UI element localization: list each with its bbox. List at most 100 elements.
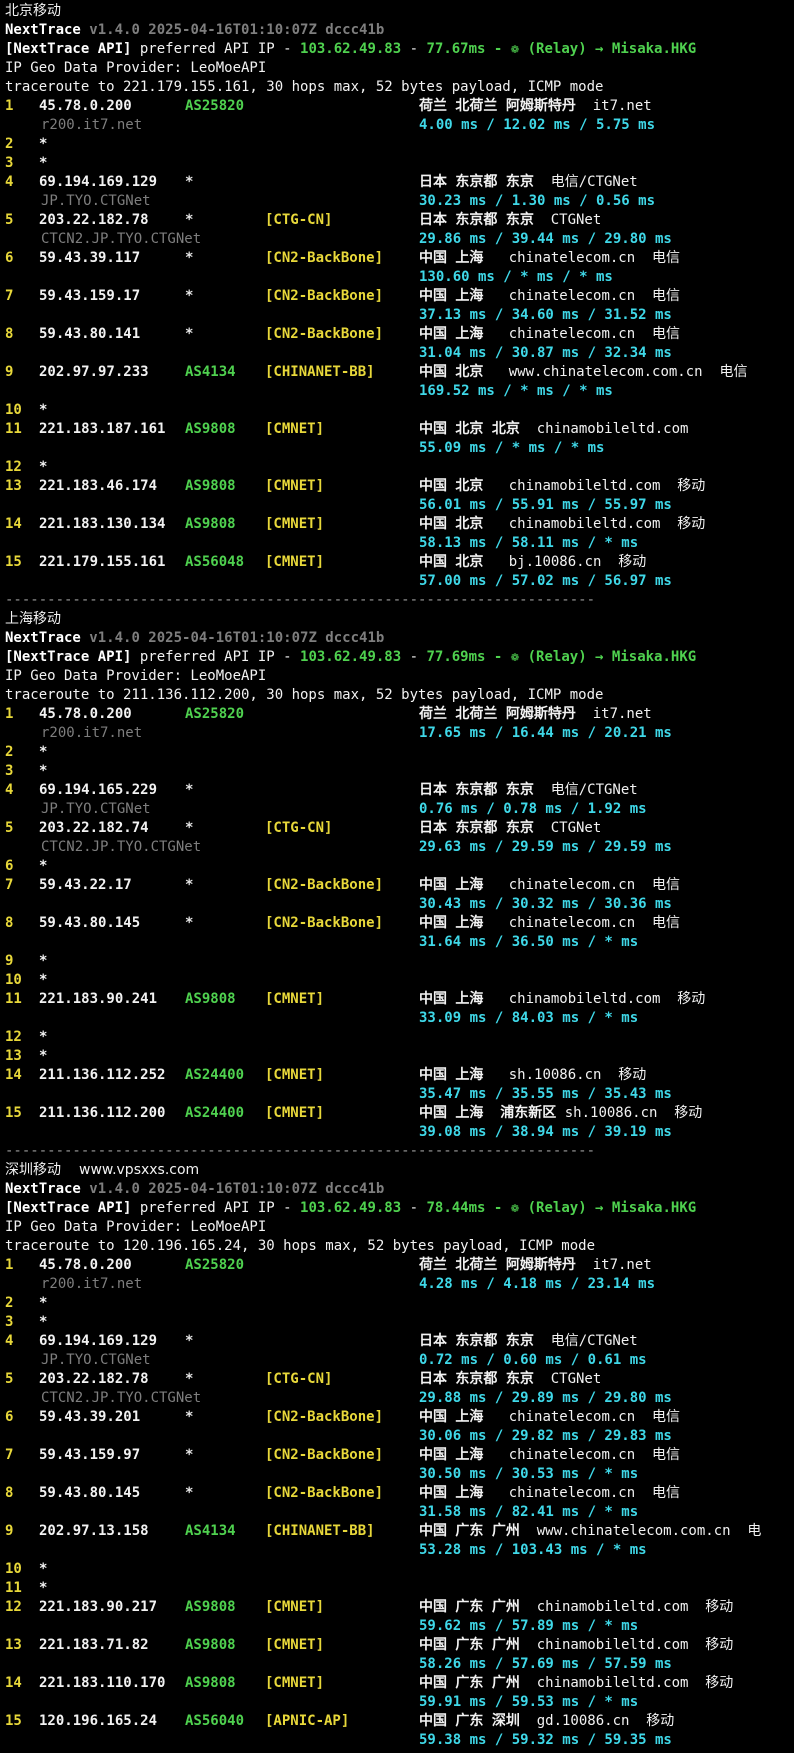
hop-geo-extra: 电信/CTGNet <box>533 174 638 190</box>
hop-timeout: * <box>39 763 48 779</box>
hop-geo-extra: CTGNet <box>533 820 602 836</box>
hop-row: 7 59.43.159.17 * [CN2-BackBone] 中国 上海 chinat… <box>5 287 794 306</box>
hop-rtt: 33.09 ms / 84.03 ms / * ms <box>419 1010 639 1026</box>
section-divider: ----------------------------------------… <box>5 592 596 608</box>
hop-asn: AS25820 <box>185 98 245 114</box>
hop-row: 6 * <box>5 857 794 876</box>
hop-timeout: * <box>39 155 48 171</box>
hop-number: 13 <box>5 1048 22 1064</box>
hop-geo-extra: CTGNet <box>533 1371 602 1387</box>
app-name: NextTrace <box>5 630 81 646</box>
hop-number: 4 <box>5 782 14 798</box>
hop-detail-row: 30.43 ms / 30.32 ms / 30.36 ms <box>5 895 794 914</box>
hop-number: 4 <box>5 1333 14 1349</box>
hop-row: 5 203.22.182.78 * [CTG-CN] 日本 东京都 东京 CTGNet <box>5 211 794 230</box>
hop-row: 8 59.43.80.145 * [CN2-BackBone] 中国 上海 chinat… <box>5 914 794 933</box>
hop-geo-extra: it7.net <box>575 98 652 114</box>
hop-geo-location: 日本 东京都 东京 <box>419 174 534 190</box>
hop-asn: AS9808 <box>185 516 236 532</box>
hop-asn: AS24400 <box>185 1067 245 1083</box>
api-ip: 103.62.49.83 <box>300 649 402 665</box>
hop-timeout: * <box>39 1580 48 1596</box>
hop-timeout: * <box>39 1314 48 1330</box>
hop-geo: 中国 广东 广州 chinamobileltd.com 移动 <box>419 1674 733 1693</box>
hop-hostname: JP.TYO.CTGNet <box>41 801 151 817</box>
hop-number: 7 <box>5 288 14 304</box>
hop-detail-row: 31.04 ms / 30.87 ms / 32.34 ms <box>5 344 794 363</box>
hop-geo-extra: 电信/CTGNet <box>533 782 638 798</box>
hop-ip: 203.22.182.74 <box>39 820 149 836</box>
hop-rtt: 4.28 ms / 4.18 ms / 23.14 ms <box>419 1276 656 1292</box>
hop-geo-location: 中国 北京 <box>419 478 484 494</box>
api-latency: 77.69ms <box>426 649 486 665</box>
hop-rtt: 29.86 ms / 39.44 ms / 29.80 ms <box>419 231 672 247</box>
hop-number: 15 <box>5 1713 22 1729</box>
hop-timeout: * <box>39 972 48 988</box>
hop-geo-extra: sh.10086.cn 移动 <box>483 1067 647 1083</box>
api-ip: 103.62.49.83 <box>300 41 402 57</box>
hop-geo-location: 中国 上海 <box>419 1409 484 1425</box>
hop-rtt: 130.60 ms / * ms / * ms <box>419 269 613 285</box>
hop-tag: [CN2-BackBone] <box>265 1485 384 1501</box>
api-sep: - <box>401 1200 427 1216</box>
hop-number: 14 <box>5 1675 22 1691</box>
hop-number: 1 <box>5 98 14 114</box>
hop-geo: 中国 北京 北京 chinamobileltd.com <box>419 420 688 439</box>
hop-row: 9 202.97.13.158 AS4134 [CHINANET-BB] 中国 广东 广… <box>5 1522 794 1541</box>
hop-geo-extra: www.chinatelecom.com.cn 电 <box>519 1523 762 1539</box>
api-text: preferred API IP - <box>131 649 301 665</box>
hop-geo: 中国 上海 chinatelecom.cn 电信 <box>419 1446 680 1465</box>
hop-detail-row: JP.TYO.CTGNet 30.23 ms / 1.30 ms / 0.56 m… <box>5 192 794 211</box>
hop-rtt: 30.43 ms / 30.32 ms / 30.36 ms <box>419 896 672 912</box>
hop-geo-location: 中国 上海 浦东新区 <box>419 1105 557 1121</box>
hop-rtt: 0.76 ms / 0.78 ms / 1.92 ms <box>419 801 647 817</box>
hop-geo: 日本 东京都 东京 CTGNet <box>419 211 601 230</box>
hop-tag: [CN2-BackBone] <box>265 877 384 893</box>
hop-asn: * <box>185 1333 194 1349</box>
hop-geo-location: 日本 东京都 东京 <box>419 782 534 798</box>
hop-rtt: 31.64 ms / 36.50 ms / * ms <box>419 934 639 950</box>
hop-timeout: * <box>39 953 48 969</box>
hop-hostname: r200.it7.net <box>41 1276 143 1292</box>
version-info: v1.4.0 2025-04-16T01:10:07Z dccc41b <box>89 22 385 38</box>
hop-tag: [CN2-BackBone] <box>265 326 384 342</box>
hop-geo: 中国 上海 chinatelecom.cn 电信 <box>419 249 680 268</box>
hop-timeout: * <box>39 136 48 152</box>
hop-asn: AS24400 <box>185 1105 245 1121</box>
hop-geo: 中国 上海 sh.10086.cn 移动 <box>419 1066 646 1085</box>
traceroute-line: traceroute to 211.136.112.200, 30 hops m… <box>5 687 604 703</box>
hop-row: 13 221.183.71.82 AS9808 [CMNET] 中国 广东 广州 chi… <box>5 1636 794 1655</box>
hop-number: 2 <box>5 744 14 760</box>
api-relay: - ❁ (Relay) → Misaka.HKG <box>485 1200 697 1216</box>
hop-rtt: 17.65 ms / 16.44 ms / 20.21 ms <box>419 725 672 741</box>
hop-rtt: 59.91 ms / 59.53 ms / * ms <box>419 1694 639 1710</box>
hop-geo-extra: chinatelecom.cn 电信 <box>483 877 681 893</box>
api-sep: - <box>401 41 427 57</box>
hop-geo-location: 中国 上海 <box>419 1447 484 1463</box>
hop-asn: AS9808 <box>185 421 236 437</box>
hop-number: 2 <box>5 136 14 152</box>
hop-number: 3 <box>5 155 14 171</box>
hop-asn: * <box>185 212 194 228</box>
hop-rtt: 31.04 ms / 30.87 ms / 32.34 ms <box>419 345 672 361</box>
hop-geo-location: 中国 广东 深圳 <box>419 1713 520 1729</box>
api-ip: 103.62.49.83 <box>300 1200 402 1216</box>
hop-geo: 中国 上海 chinatelecom.cn 电信 <box>419 1408 680 1427</box>
hop-asn: * <box>185 1371 194 1387</box>
hop-number: 1 <box>5 706 14 722</box>
hop-geo-extra: chinamobileltd.com 移动 <box>519 1599 734 1615</box>
hop-ip: 59.43.39.117 <box>39 250 141 266</box>
hop-ip: 221.183.90.217 <box>39 1599 158 1615</box>
hop-rtt: 169.52 ms / * ms / * ms <box>419 383 613 399</box>
hop-row: 2 * <box>5 135 794 154</box>
api-tag: [NextTrace API] <box>5 1200 132 1216</box>
app-name: NextTrace <box>5 1181 81 1197</box>
hop-row: 8 59.43.80.145 * [CN2-BackBone] 中国 上海 chinat… <box>5 1484 794 1503</box>
hop-ip: 69.194.169.129 <box>39 1333 158 1349</box>
hop-geo-location: 日本 东京都 东京 <box>419 1371 534 1387</box>
hop-hostname: r200.it7.net <box>41 117 143 133</box>
hop-geo: 中国 上海 chinatelecom.cn 电信 <box>419 287 680 306</box>
api-line: [NextTrace API] preferred API IP - 103.6… <box>5 648 794 667</box>
hop-asn: * <box>185 820 194 836</box>
hop-hostname: CTCN2.JP.TYO.CTGNet <box>41 839 202 855</box>
